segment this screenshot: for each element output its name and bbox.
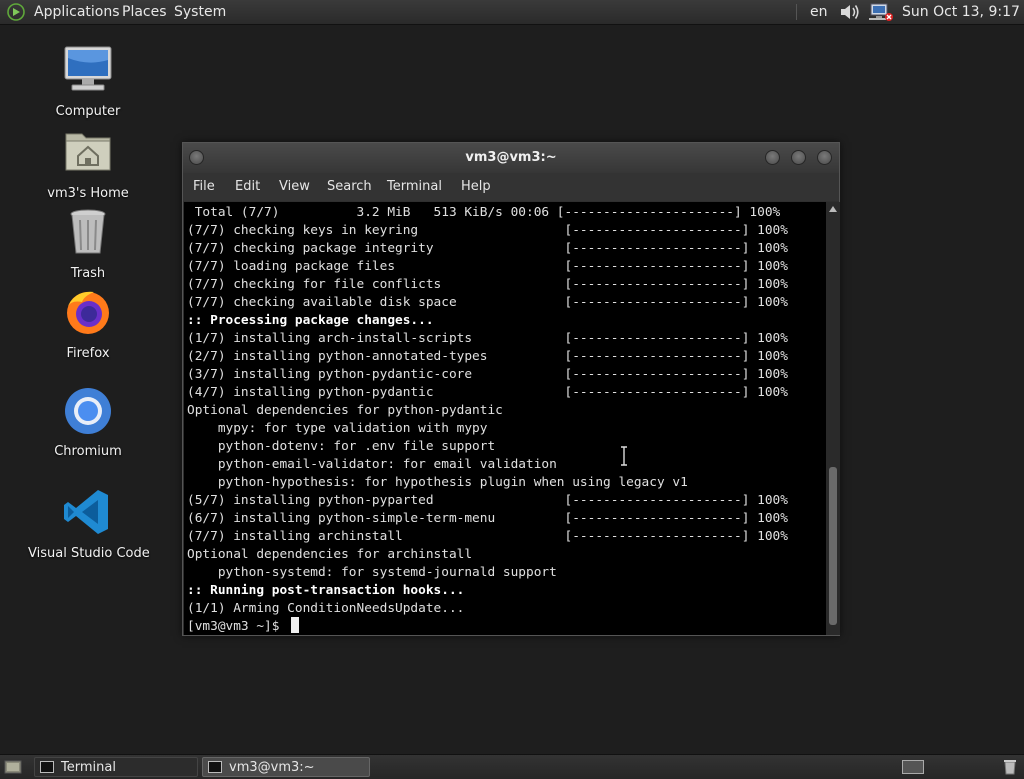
terminal-menubar: File Edit View Search Terminal Help xyxy=(183,173,839,201)
terminal-line: python-dotenv: for .env file support xyxy=(187,439,496,454)
terminal-line: (6/7) installing python-simple-term-menu… xyxy=(187,511,788,526)
terminal-line: (2/7) installing python-annotated-types … xyxy=(187,349,788,364)
scroll-up-arrow-icon[interactable] xyxy=(829,205,837,213)
chromium-icon xyxy=(65,388,111,434)
terminal-line: python-systemd: for systemd-journald sup… xyxy=(187,565,557,580)
workspace-switcher[interactable] xyxy=(902,760,924,774)
window-titlebar[interactable]: vm3@vm3:~ xyxy=(183,143,839,173)
desktop-icon-home[interactable]: vm3's Home xyxy=(28,128,148,201)
menu-help[interactable]: Help xyxy=(461,173,491,201)
desktop-icon-label: Computer xyxy=(55,104,121,119)
terminal-icon xyxy=(208,761,222,773)
menu-file[interactable]: File xyxy=(193,173,215,201)
trash-icon xyxy=(70,209,106,254)
terminal-line: (7/7) checking package integrity [------… xyxy=(187,241,788,256)
window-title: vm3@vm3:~ xyxy=(465,150,557,165)
shell-prompt: [vm3@vm3 ~]$ xyxy=(187,619,288,634)
taskbar-item-label: vm3@vm3:~ xyxy=(229,760,315,775)
desktop-icon-trash[interactable]: Trash xyxy=(28,208,148,281)
terminal-line: python-email-validator: for email valida… xyxy=(187,457,557,472)
terminal-line: python-hypothesis: for hypothesis plugin… xyxy=(187,475,688,490)
volume-icon[interactable] xyxy=(838,2,862,22)
system-menu[interactable]: System xyxy=(174,0,226,24)
terminal-line: Total (7/7) 3.2 MiB 513 KiB/s 00:06 [---… xyxy=(187,205,781,220)
ibeam-cursor-icon xyxy=(621,446,627,466)
terminal-line: (7/7) loading package files [-----------… xyxy=(187,259,788,274)
menu-edit[interactable]: Edit xyxy=(235,173,260,201)
terminal-line: (7/7) checking keys in keyring [--------… xyxy=(187,223,788,238)
desktop-icon-label: vm3's Home xyxy=(47,186,129,201)
terminal-line: Optional dependencies for python-pydanti… xyxy=(187,403,503,418)
desktop-icon-vscode[interactable]: Visual Studio Code xyxy=(28,488,150,561)
clock[interactable]: Sun Oct 13, 9:17 AM xyxy=(902,0,1024,24)
show-desktop-icon[interactable] xyxy=(4,759,22,775)
bottom-panel: Terminal vm3@vm3:~ xyxy=(0,754,1024,779)
places-menu[interactable]: Places xyxy=(122,0,167,24)
panel-separator xyxy=(796,4,797,20)
maximize-button[interactable] xyxy=(791,150,806,165)
home-folder-icon xyxy=(65,133,111,171)
menu-terminal[interactable]: Terminal xyxy=(387,173,442,201)
firefox-icon xyxy=(67,291,109,334)
computer-icon xyxy=(64,46,112,91)
terminal-line: (7/7) installing archinstall [----------… xyxy=(187,529,788,544)
trash-applet-icon[interactable] xyxy=(1002,759,1018,775)
terminal-line: (1/7) installing arch-install-scripts [-… xyxy=(187,331,788,346)
terminal-line: (7/7) checking for file conflicts [-----… xyxy=(187,277,788,292)
desktop-icon-label: Trash xyxy=(70,266,106,281)
desktop-icon-label: Visual Studio Code xyxy=(28,546,150,561)
terminal-output[interactable]: Total (7/7) 3.2 MiB 513 KiB/s 00:06 [---… xyxy=(184,202,826,635)
desktop-icon-label: Firefox xyxy=(66,346,110,361)
keyboard-layout-indicator[interactable]: en xyxy=(810,0,828,24)
terminal-line: (7/7) checking available disk space [---… xyxy=(187,295,788,310)
close-button[interactable] xyxy=(817,150,832,165)
top-panel: Applications Places System en Sun Oct 13… xyxy=(0,0,1024,25)
desktop-icon-label: Chromium xyxy=(54,444,122,459)
terminal-window[interactable]: vm3@vm3:~ File Edit View Search Terminal… xyxy=(182,142,840,636)
scrollbar-thumb[interactable] xyxy=(829,467,837,625)
vscode-icon xyxy=(64,490,108,534)
terminal-icon xyxy=(40,761,54,773)
terminal-line: Optional dependencies for archinstall xyxy=(187,547,473,562)
desktop-icon-computer[interactable]: Computer xyxy=(28,46,148,119)
terminal-line: (1/1) Arming ConditionNeedsUpdate... xyxy=(187,601,465,616)
terminal-line: :: Processing package changes... xyxy=(187,313,434,328)
gnome-foot-icon[interactable] xyxy=(6,3,26,21)
terminal-scrollbar[interactable] xyxy=(826,202,840,635)
taskbar-item-terminal[interactable]: Terminal xyxy=(34,757,198,777)
menu-search[interactable]: Search xyxy=(327,173,372,201)
desktop-icon-firefox[interactable]: Firefox xyxy=(28,288,148,361)
terminal-line: (4/7) installing python-pydantic [------… xyxy=(187,385,788,400)
menu-view[interactable]: View xyxy=(279,173,310,201)
text-cursor xyxy=(291,617,299,633)
network-icon[interactable] xyxy=(868,2,894,22)
minimize-button[interactable] xyxy=(765,150,780,165)
applications-menu[interactable]: Applications xyxy=(34,0,120,24)
desktop-icon-chromium[interactable]: Chromium xyxy=(28,386,148,459)
terminal-line: (3/7) installing python-pydantic-core [-… xyxy=(187,367,788,382)
terminal-line: :: Running post-transaction hooks... xyxy=(187,583,465,598)
taskbar-item-vm3-terminal[interactable]: vm3@vm3:~ xyxy=(202,757,370,777)
terminal-line: (5/7) installing python-pyparted [------… xyxy=(187,493,788,508)
taskbar-item-label: Terminal xyxy=(61,760,116,775)
terminal-line: mypy: for type validation with mypy xyxy=(187,421,488,436)
